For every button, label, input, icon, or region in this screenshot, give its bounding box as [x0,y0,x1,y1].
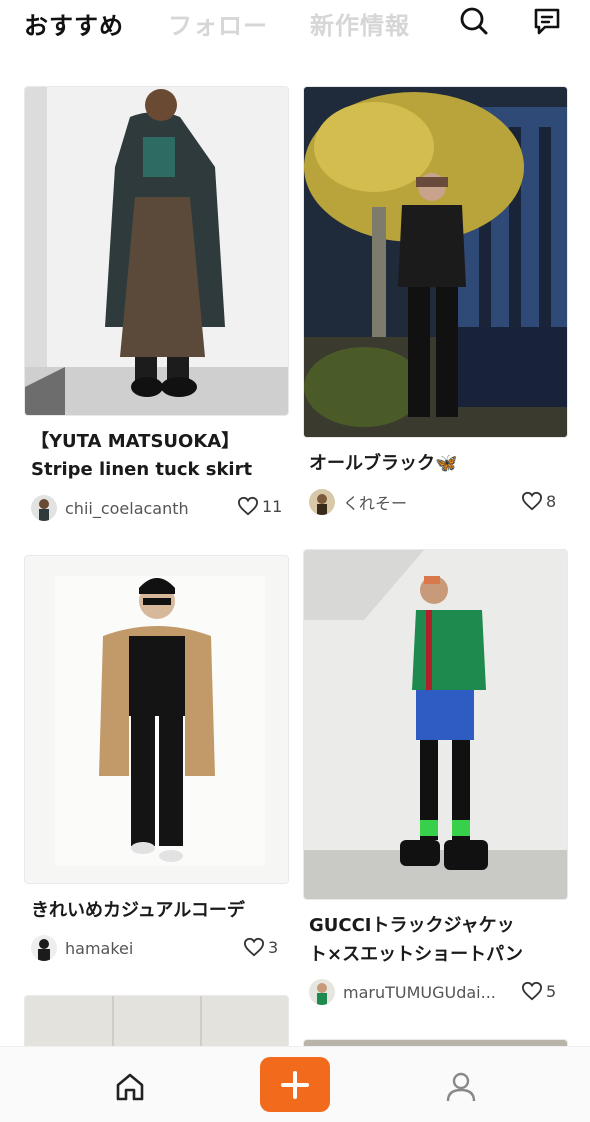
post-title-line: GUCCIトラックジャケッ [309,915,515,936]
avatar [309,489,335,515]
post-author[interactable]: hamakei [31,933,133,963]
avatar [31,935,57,961]
username: くれそー [343,494,408,513]
post-title-line: ト×スエットショートパン [309,944,523,965]
like-number: 11 [262,496,283,516]
avatar [309,979,335,1005]
heart-icon [243,937,265,957]
avatar [31,495,57,521]
new-post-button[interactable] [260,1057,330,1112]
tab-new-arrivals[interactable]: 新作情報 [310,6,410,41]
like-count[interactable]: 11 [237,496,282,516]
post-title-line: Stripe linen tuck skirt [31,459,253,480]
post-title-line: 【YUTA MATSUOKA】 [31,431,240,452]
post-author[interactable]: chii_coelacanth [31,493,189,523]
user-icon[interactable] [441,1067,481,1107]
home-icon[interactable] [110,1067,150,1107]
heart-icon [521,491,543,511]
like-count[interactable]: 3 [243,937,278,957]
heart-icon [521,981,543,1001]
username: hamakei [65,938,134,958]
post-title-line: きれいめカジュアルコーデ [31,900,245,921]
tab-following[interactable]: フォロー [168,6,268,41]
heart-icon [237,496,259,516]
post-image[interactable] [24,86,289,416]
tab-recommended[interactable]: おすすめ [24,6,124,41]
search-icon[interactable] [457,4,491,38]
post-image[interactable] [303,86,568,438]
bottom-nav [0,1046,590,1122]
post-author[interactable]: くれそー [309,487,407,517]
plus-icon [281,1070,309,1099]
like-count[interactable]: 5 [521,981,556,1001]
top-bar: おすすめ フォロー 新作情報 [0,0,590,48]
post-image[interactable] [303,549,568,900]
like-count[interactable]: 8 [521,491,556,511]
username: chii_coelacanth [65,498,189,518]
message-icon[interactable] [530,4,564,38]
post-author[interactable]: maruTUMUGUdai... [309,977,496,1007]
like-number: 8 [546,491,557,511]
post-title-line: オールブラック🦋 [309,453,458,474]
like-number: 3 [268,937,279,957]
post-image[interactable] [24,555,289,884]
username: maruTUMUGUdai... [343,982,496,1002]
like-number: 5 [546,981,557,1001]
